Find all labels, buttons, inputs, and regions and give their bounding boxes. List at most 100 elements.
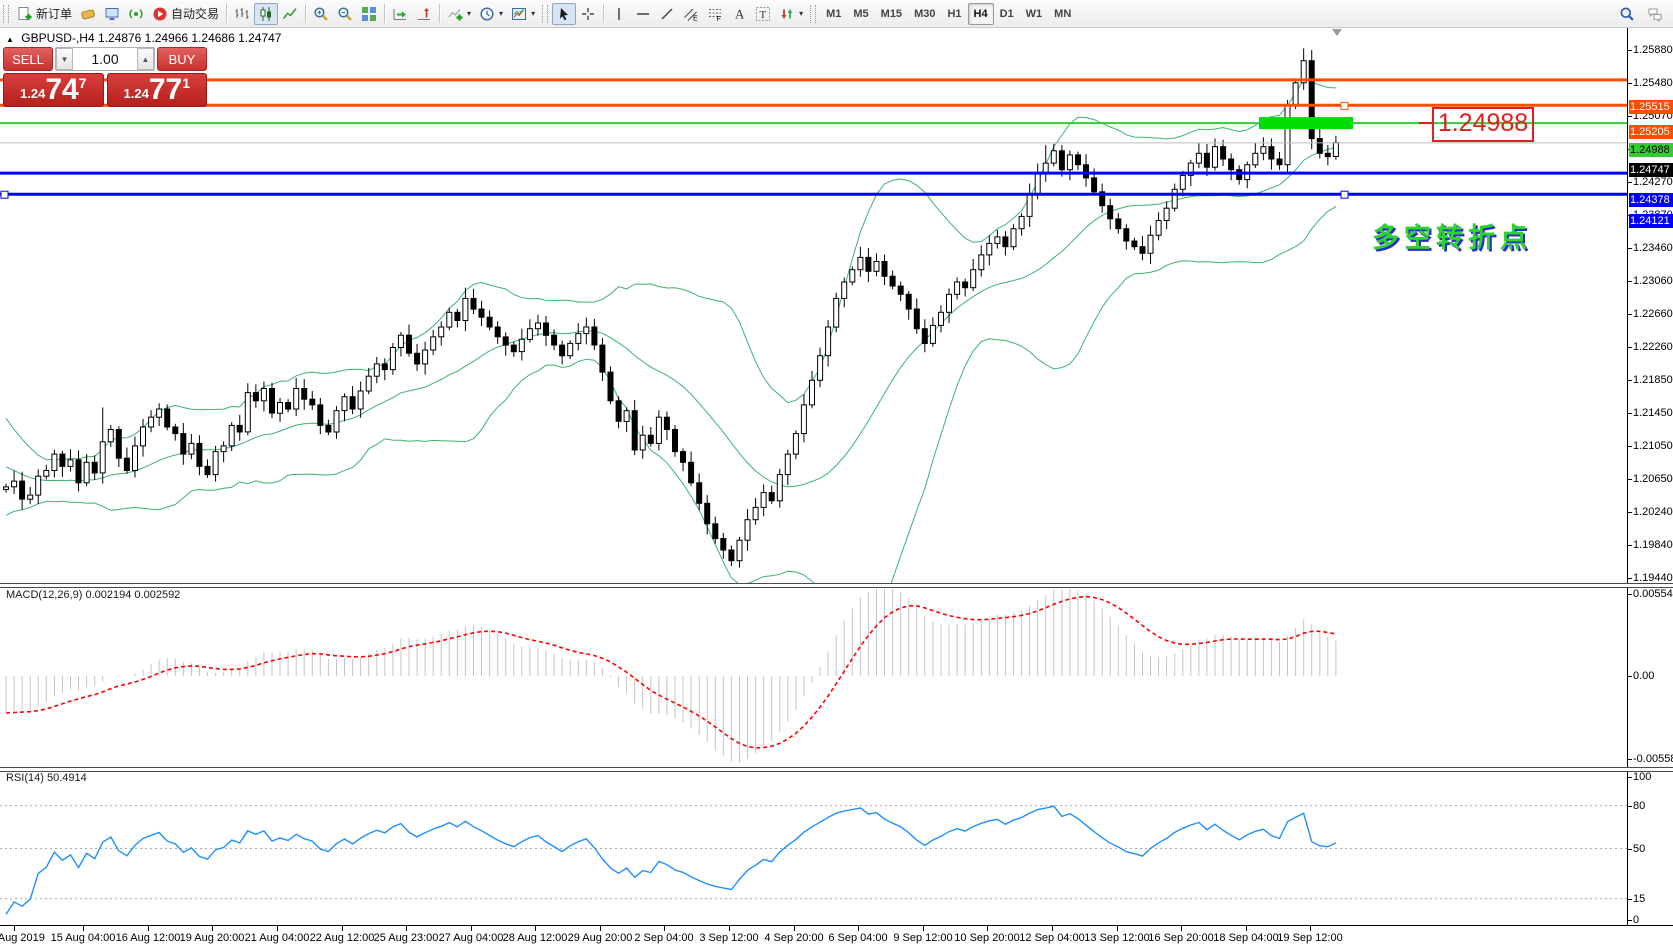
macd-tick-label: 0.00	[1633, 670, 1654, 682]
panel-splitter[interactable]	[0, 767, 1673, 772]
time-tick-label: 28 Aug 12:00	[503, 932, 568, 944]
svg-text:A: A	[735, 6, 745, 21]
time-tick-label: 9 Sep 12:00	[893, 932, 952, 944]
price-tick-label: 1.22260	[1633, 341, 1673, 353]
zoom-out-button[interactable]	[333, 3, 357, 25]
fibonacci-button[interactable]: F	[703, 3, 727, 25]
timeframe-h4[interactable]: H4	[968, 3, 994, 25]
price-tick-label: 1.23460	[1633, 242, 1673, 254]
rsi-pane[interactable]	[0, 770, 1628, 925]
timeframe-d1[interactable]: D1	[994, 3, 1020, 25]
axis-tick	[1628, 849, 1632, 850]
axis-tick	[1628, 248, 1632, 249]
level-lines[interactable]	[0, 80, 1628, 198]
axis-tick	[1628, 512, 1632, 513]
toolbar-grip[interactable]	[542, 5, 548, 23]
periods-button[interactable]: ▾	[475, 3, 507, 25]
axis-tick	[1628, 83, 1632, 84]
timeframe-m1-label: M1	[826, 8, 841, 20]
time-axis-tick	[1117, 926, 1118, 931]
chevron-down-icon: ▾	[467, 9, 471, 18]
trendline-button[interactable]	[655, 3, 679, 25]
macd-pane[interactable]	[0, 586, 1628, 767]
terminal-window-button[interactable]	[100, 3, 124, 25]
volume-decrease-button[interactable]: ▼	[56, 48, 73, 70]
time-axis[interactable]: 13 Aug 201915 Aug 04:0016 Aug 12:0019 Au…	[0, 925, 1673, 949]
buy-button[interactable]: BUY	[157, 47, 207, 71]
signals-button[interactable]	[124, 3, 148, 25]
rsi-tick-label: 80	[1633, 800, 1645, 812]
chart-shift-button[interactable]	[412, 3, 436, 25]
time-axis-tick	[729, 926, 730, 931]
chevron-down-icon: ▾	[799, 9, 803, 18]
toolbar-grip[interactable]	[810, 5, 816, 23]
timeframe-m15[interactable]: M15	[875, 3, 908, 25]
crosshair-button[interactable]	[576, 3, 600, 25]
new-order-button[interactable]: 新订单	[13, 3, 76, 25]
equidistant-channel-button[interactable]: E	[679, 3, 703, 25]
axis-tick	[1628, 920, 1632, 921]
turn-highlight-bar[interactable]	[1259, 117, 1353, 129]
auto-scroll-button[interactable]	[388, 3, 412, 25]
timeframe-h1[interactable]: H1	[941, 3, 967, 25]
macd-label: MACD(12,26,9) 0.002194 0.002592	[6, 589, 180, 601]
price-tick-label: 1.25480	[1633, 77, 1673, 89]
tile-windows-button[interactable]	[357, 3, 381, 25]
chat-button[interactable]	[1643, 3, 1667, 25]
price-tick-label: 1.20650	[1633, 473, 1673, 485]
rsi-tick-label: 100	[1633, 771, 1651, 783]
text-label-button[interactable]: T	[751, 3, 775, 25]
axis-tick	[1628, 182, 1632, 183]
timeframe-m1[interactable]: M1	[820, 3, 847, 25]
panel-splitter[interactable]	[0, 583, 1673, 588]
time-axis-tick	[664, 926, 665, 931]
indicators-button[interactable]: ▾	[443, 3, 475, 25]
sell-price-sup: 7	[79, 75, 87, 91]
search-button[interactable]	[1615, 3, 1639, 25]
main-chart[interactable]	[0, 27, 1628, 583]
price-tick-label: 1.21450	[1633, 407, 1673, 419]
cursor-button[interactable]	[552, 3, 576, 25]
time-axis-tick	[535, 926, 536, 931]
volume-input[interactable]	[73, 48, 137, 70]
rsi-tick-label: 15	[1633, 893, 1645, 905]
collapse-trade-panel-icon[interactable]: ▲	[6, 35, 14, 44]
axis-tick	[1628, 281, 1632, 282]
text-button[interactable]: A	[727, 3, 751, 25]
chart-shift-marker[interactable]	[1332, 29, 1342, 36]
time-axis-tick	[406, 926, 407, 931]
time-axis-tick	[1181, 926, 1182, 931]
candlestick-chart-button[interactable]	[254, 3, 278, 25]
resistance-line-2-handle[interactable]	[1341, 102, 1348, 109]
support-line-2-handle[interactable]	[1, 191, 8, 198]
time-tick-label: 25 Aug 23:00	[374, 932, 439, 944]
templates-button[interactable]: ▾	[507, 3, 539, 25]
toolbar-separator	[439, 4, 440, 23]
zoom-in-button[interactable]	[309, 3, 333, 25]
timeframe-w1[interactable]: W1	[1020, 3, 1049, 25]
horizontal-line-button[interactable]	[631, 3, 655, 25]
sell-price-prefix: 1.24	[20, 86, 45, 101]
bar-chart-button[interactable]	[230, 3, 254, 25]
sell-button[interactable]: SELL	[3, 47, 53, 71]
turn-price-annotation[interactable]: 1.24988	[1432, 107, 1534, 142]
timeframe-mn[interactable]: MN	[1048, 3, 1077, 25]
volume-increase-button[interactable]: ▲	[137, 48, 154, 70]
vertical-line-button[interactable]	[607, 3, 631, 25]
turn-text-annotation[interactable]: 多空转折点	[1372, 216, 1532, 255]
support-line-2-handle[interactable]	[1341, 191, 1348, 198]
line-chart-button[interactable]	[278, 3, 302, 25]
timeframe-m5[interactable]: M5	[847, 3, 874, 25]
toolbar-grip[interactable]	[3, 5, 9, 23]
rsi-tick-label: 50	[1633, 843, 1645, 855]
timeframe-m30[interactable]: M30	[908, 3, 941, 25]
support-line-2-price-label: 1.24121	[1629, 214, 1673, 228]
time-tick-label: 16 Aug 12:00	[116, 932, 181, 944]
auto-trading-button[interactable]: 自动交易	[148, 3, 223, 25]
buy-price[interactable]: 1.24 77 1	[107, 73, 208, 107]
arrow-objects-button[interactable]: ▾	[775, 3, 807, 25]
history-sponge-button[interactable]	[76, 3, 100, 25]
price-axis[interactable]: 1.258801.254801.250701.246701.242701.238…	[1627, 27, 1673, 925]
sell-price[interactable]: 1.24 74 7	[3, 73, 104, 107]
time-axis-tick	[471, 926, 472, 931]
